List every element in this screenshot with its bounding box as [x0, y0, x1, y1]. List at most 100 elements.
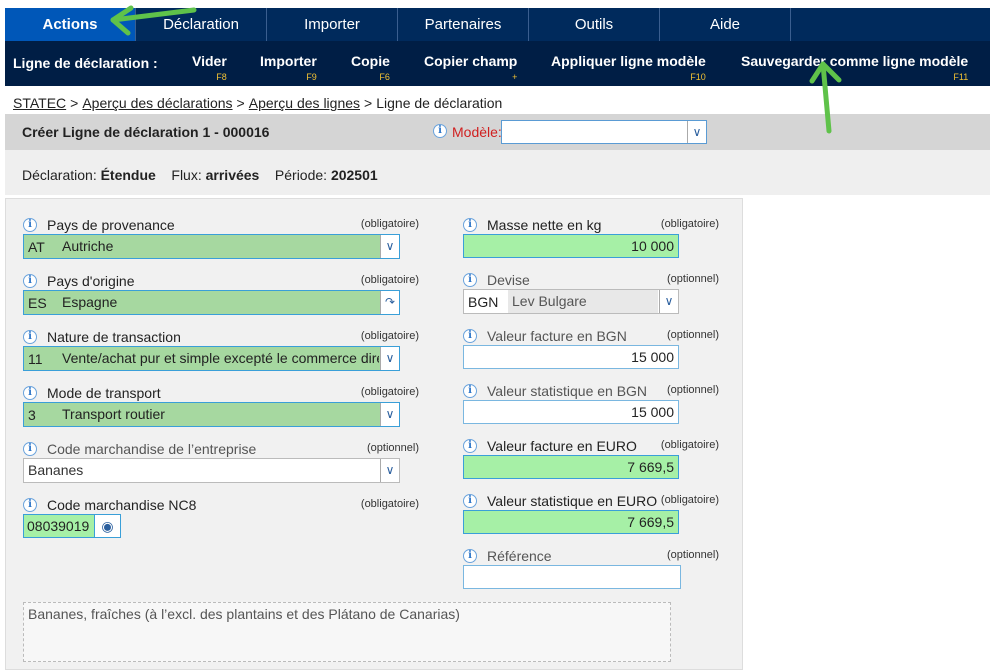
pays-origine-select[interactable]: ES Espagne ↷	[23, 290, 400, 315]
tab-declaration[interactable]: Déclaration	[136, 8, 267, 41]
sauvegarder-label: Sauvegarder comme ligne modèle	[741, 53, 969, 69]
required-badge: (obligatoire)	[660, 494, 719, 506]
info-icon[interactable]: i	[463, 439, 477, 453]
info-icon[interactable]: i	[463, 384, 477, 398]
tab-aide[interactable]: Aide	[660, 8, 791, 41]
mode-transport-label: Mode de transport	[47, 385, 161, 401]
devise-label: Devise	[487, 272, 530, 288]
code-entreprise-label: Code marchandise de l’entreprise	[47, 441, 257, 457]
tab-partenaires[interactable]: Partenaires	[398, 8, 529, 41]
top-navigation: Actions Déclaration Importer Partenaires…	[5, 8, 990, 41]
appliquer-ligne-modele-button[interactable]: Appliquer ligne modèle F10	[551, 53, 706, 82]
pays-origine-value: Espagne	[58, 291, 379, 314]
info-icon[interactable]: i	[463, 273, 477, 287]
mode-transport-value: Transport routier	[58, 403, 379, 426]
valeur-stat-euro-input[interactable]: 7 669,5	[463, 510, 679, 534]
breadcrumb-separator: >	[236, 95, 245, 111]
optional-badge: (optionnel)	[367, 442, 419, 454]
chevron-down-icon[interactable]: ∨	[687, 121, 706, 143]
vider-button[interactable]: Vider F8	[192, 53, 227, 82]
copier-champ-label: Copier champ	[424, 53, 518, 69]
nature-transaction-label: Nature de transaction	[47, 329, 181, 345]
importer-shortcut: F9	[306, 72, 317, 82]
tab-actions[interactable]: Actions	[5, 8, 136, 41]
copie-label: Copie	[351, 53, 390, 69]
info-icon[interactable]: i	[463, 549, 477, 563]
info-icon[interactable]: i	[433, 124, 447, 138]
breadcrumb-apercu-lignes[interactable]: Aperçu des lignes	[249, 95, 360, 111]
copier-champ-button[interactable]: Copier champ +	[424, 53, 518, 82]
chevron-down-icon[interactable]: ∨	[380, 235, 399, 258]
required-badge: (obligatoire)	[360, 330, 419, 342]
page-title: Créer Ligne de déclaration 1 - 000016	[22, 124, 270, 140]
required-badge: (obligatoire)	[360, 274, 419, 286]
required-badge: (obligatoire)	[660, 439, 719, 451]
vider-label: Vider	[192, 53, 227, 69]
copie-button[interactable]: Copie F6	[351, 53, 390, 82]
tab-outils[interactable]: Outils	[529, 8, 660, 41]
breadcrumb-apercu-declarations[interactable]: Aperçu des déclarations	[82, 95, 232, 111]
modele-label: Modèle:	[452, 124, 502, 140]
info-icon[interactable]: i	[463, 329, 477, 343]
info-icon[interactable]: i	[23, 218, 37, 232]
masse-nette-input[interactable]: 10 000	[463, 234, 679, 258]
valeur-facture-euro-label: Valeur facture en EURO	[487, 438, 637, 454]
mode-transport-select[interactable]: 3 Transport routier ∨	[23, 402, 400, 427]
info-icon[interactable]: i	[463, 494, 477, 508]
chevron-down-icon[interactable]: ∨	[380, 459, 399, 482]
required-badge: (obligatoire)	[660, 218, 719, 230]
eye-icon[interactable]: ◉	[94, 514, 121, 538]
info-icon[interactable]: i	[23, 330, 37, 344]
breadcrumb-statec[interactable]: STATEC	[13, 95, 66, 111]
breadcrumb-current: Ligne de déclaration	[376, 95, 503, 111]
valeur-stat-bgn-label: Valeur statistique en BGN	[487, 383, 648, 399]
pays-provenance-select[interactable]: AT Autriche ∨	[23, 234, 400, 259]
valeur-stat-bgn-input[interactable]: 15 000	[463, 400, 679, 424]
info-icon[interactable]: i	[23, 498, 37, 512]
valeur-facture-bgn-input[interactable]: 15 000	[463, 345, 679, 369]
optional-badge: (optionnel)	[667, 549, 719, 561]
nature-transaction-value: Vente/achat pur et simple excepté le com…	[58, 347, 379, 370]
chevron-down-icon[interactable]: ∨	[659, 290, 678, 313]
code-nc8-label: Code marchandise NC8	[47, 497, 197, 513]
description-textarea[interactable]: Bananes, fraîches (à l’excl. des plantai…	[23, 602, 671, 662]
tab-importer[interactable]: Importer	[267, 8, 398, 41]
devise-select[interactable]: BGN Lev Bulgare ∨	[463, 289, 679, 314]
mode-transport-code: 3	[28, 407, 36, 423]
required-badge: (obligatoire)	[360, 218, 419, 230]
required-badge: (obligatoire)	[360, 386, 419, 398]
code-entreprise-select[interactable]: Bananes ∨	[23, 458, 400, 483]
info-icon[interactable]: i	[463, 218, 477, 232]
appliquer-shortcut: F10	[690, 72, 706, 82]
valeur-facture-bgn-label: Valeur facture en BGN	[487, 328, 627, 344]
masse-nette-label: Masse nette en kg	[487, 217, 602, 233]
info-icon[interactable]: i	[23, 274, 37, 288]
reference-input[interactable]	[463, 565, 681, 589]
pays-provenance-label: Pays de provenance	[47, 217, 175, 233]
chevron-down-icon[interactable]: ∨	[380, 347, 399, 370]
optional-badge: (optionnel)	[667, 273, 719, 285]
devise-code: BGN	[468, 294, 499, 310]
reference-label: Référence	[487, 548, 552, 564]
importer-label: Importer	[260, 53, 317, 69]
cursor-icon[interactable]: ↷	[380, 291, 399, 314]
pays-origine-code: ES	[28, 295, 47, 311]
copier-champ-shortcut: +	[512, 72, 518, 82]
optional-badge: (optionnel)	[667, 329, 719, 341]
importer-button[interactable]: Importer F9	[260, 53, 317, 82]
modele-select[interactable]: ∨	[501, 120, 707, 144]
code-nc8-input[interactable]: 08039019	[23, 514, 95, 538]
action-bar: Ligne de déclaration : Vider F8 Importer F…	[5, 41, 990, 86]
code-entreprise-value: Bananes	[24, 459, 379, 482]
valeur-facture-euro-input[interactable]: 7 669,5	[463, 455, 679, 479]
breadcrumb-separator: >	[70, 95, 79, 111]
sauvegarder-ligne-modele-button[interactable]: Sauvegarder comme ligne modèle F11	[741, 53, 969, 82]
info-icon[interactable]: i	[23, 386, 37, 400]
action-bar-label: Ligne de déclaration :	[13, 55, 158, 71]
nature-transaction-select[interactable]: 11 Vente/achat pur et simple excepté le …	[23, 346, 400, 371]
flux-value: arrivées	[205, 167, 260, 183]
info-icon[interactable]: i	[23, 442, 37, 456]
declaration-label: Déclaration:	[22, 167, 97, 183]
sauvegarder-shortcut: F11	[953, 72, 969, 82]
chevron-down-icon[interactable]: ∨	[380, 403, 399, 426]
